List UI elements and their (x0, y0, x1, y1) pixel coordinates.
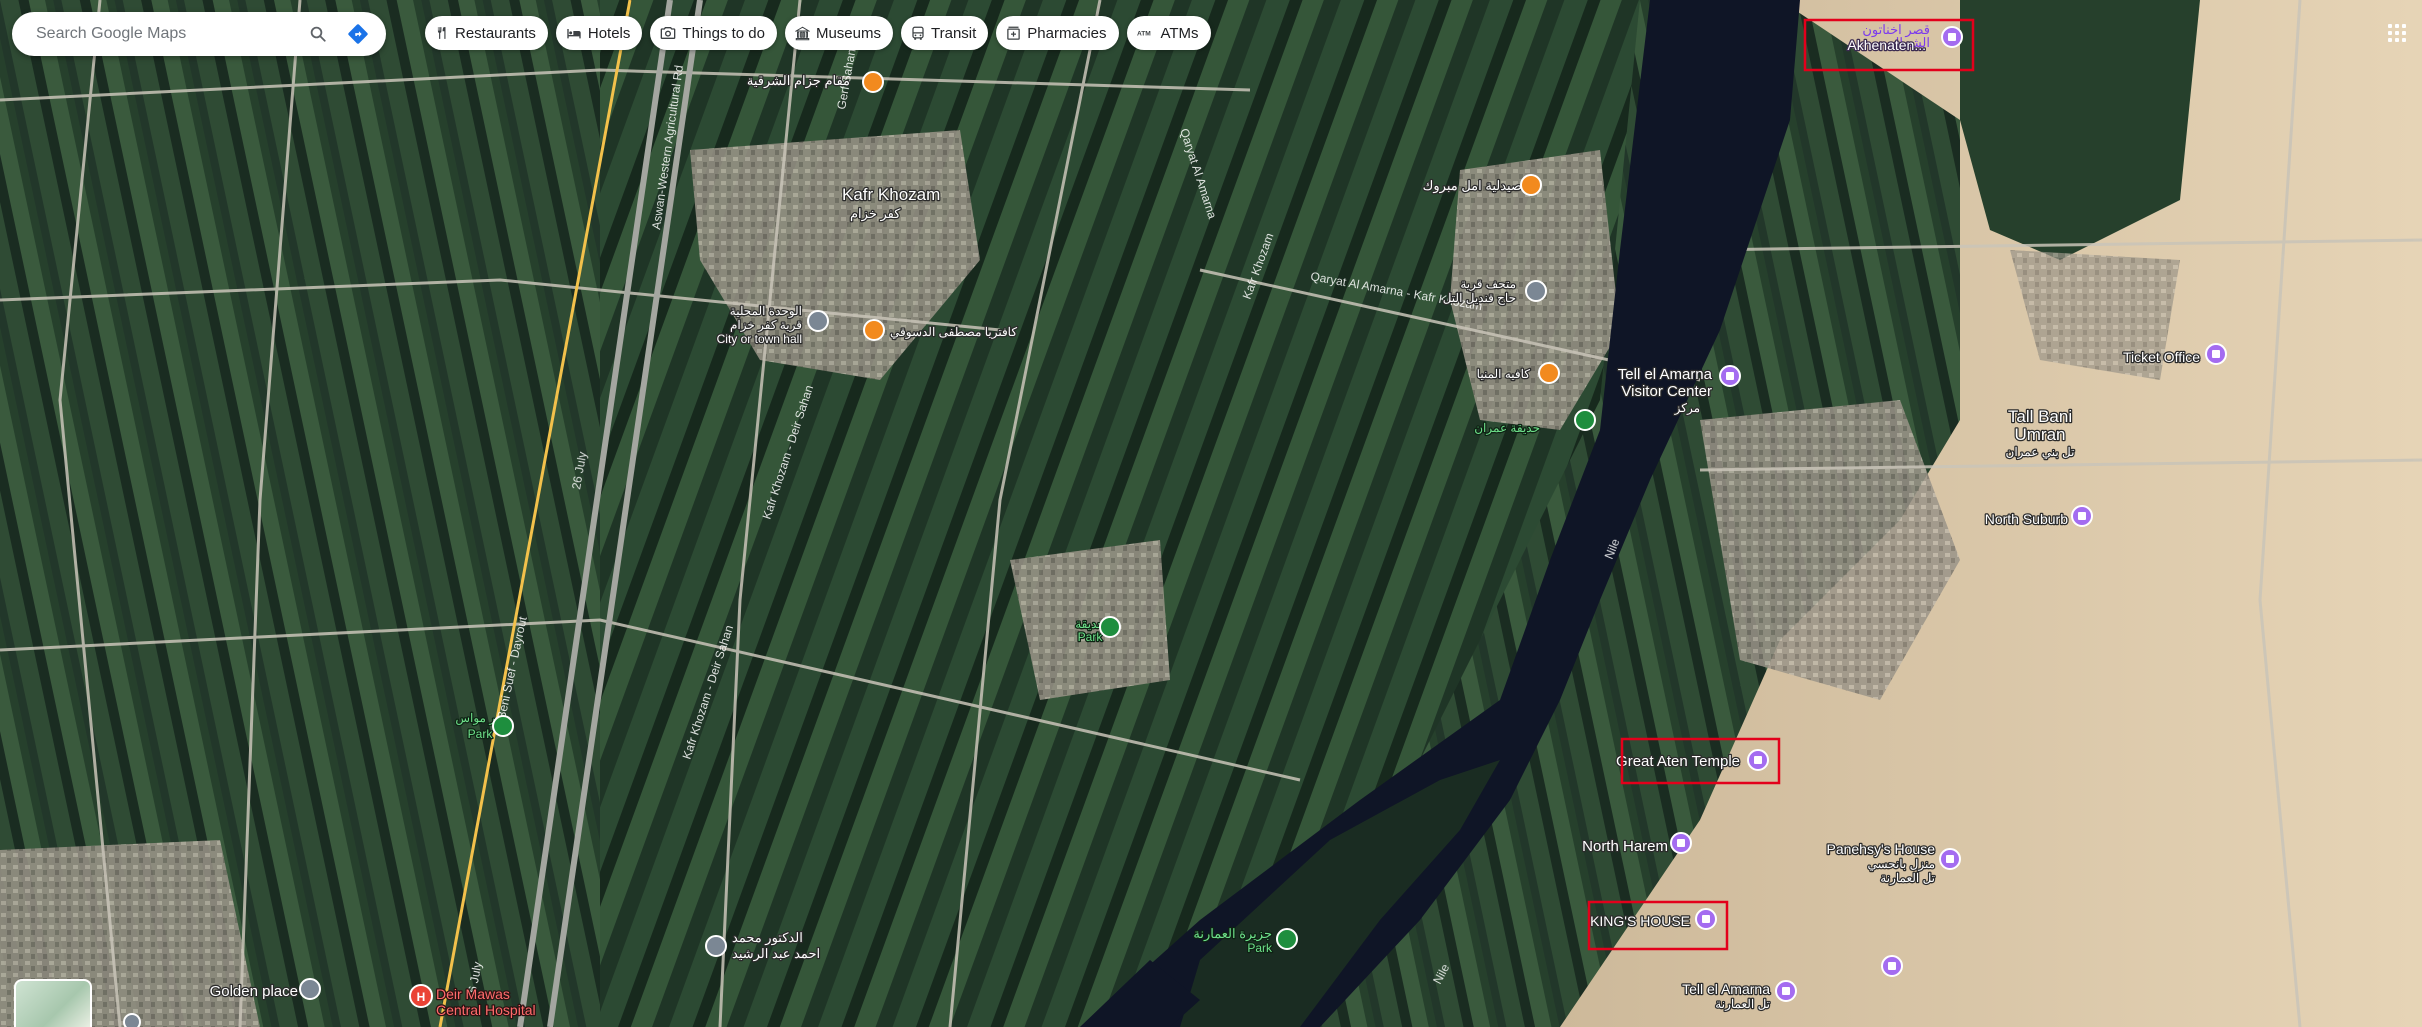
chip-museums[interactable]: Museums (784, 16, 893, 50)
chip-pharmacies[interactable]: Pharmacies (996, 16, 1119, 50)
label-doctor-ar1: الدكتور محمد (732, 930, 803, 946)
label-north-harem: North Harem (1582, 838, 1668, 855)
museum-icon (794, 26, 810, 40)
fork-knife-icon (437, 27, 446, 39)
label-hospital-1: Deir Mawas (436, 986, 510, 1002)
satellite-map[interactable]: Aswan-Western Agricultural Rd Qaryat Al … (0, 0, 2422, 1027)
label-panehsy: Panehsy's House (1826, 841, 1935, 857)
bus-icon (912, 26, 924, 40)
restaurant-pin-top[interactable] (862, 71, 884, 93)
label-visitor-center-1: Tell el Amarna (1618, 366, 1713, 383)
chip-label: Things to do (682, 24, 765, 42)
hospital-pin-letter: H (417, 990, 426, 1004)
label-tall-bani-2: Umran (2014, 425, 2065, 444)
park-pin-deir-mawas[interactable] (492, 715, 514, 737)
label-restaurant-ar: كافتريا مصطفى الدسوقي (890, 325, 1017, 339)
chip-hotels[interactable]: Hotels (555, 16, 643, 50)
label-akhenaten: Akhenaten... (1847, 37, 1926, 53)
park-pin-island[interactable] (1276, 928, 1298, 950)
label-kings-house: KING'S HOUSE (1590, 913, 1690, 929)
clinic-pin-doctor[interactable] (705, 935, 727, 957)
label-tall-bani-ar: تل بني عمران (2006, 445, 2075, 459)
label-island-ar: جزيرة العمارنة (1193, 926, 1272, 942)
search-input[interactable] (34, 24, 294, 44)
label-kafr-khozam: Kafr Khozam (842, 185, 940, 204)
label-panehsy-ar1: منزل بانحسي (1867, 857, 1935, 871)
label-island-park: Park (1247, 941, 1273, 955)
label-city-hall-ar2: قرية كفر خزام (730, 318, 802, 332)
bed-icon (567, 29, 581, 39)
label-city-hall-ar1: الوحدة المحلية (730, 304, 802, 318)
label-tell-el-amarna-ar: تل العمارنة (1715, 997, 1770, 1011)
city-hall-pin[interactable] (807, 310, 829, 332)
park-pin-center[interactable] (1574, 409, 1596, 431)
place-pin-bottom-left[interactable] (123, 1013, 141, 1027)
label-park-mid: Park (1078, 630, 1104, 644)
label-visitor-center-2: Visitor Center (1621, 383, 1712, 400)
label-golden-place: Golden place (210, 983, 298, 1000)
apps-grid-icon[interactable] (2388, 24, 2406, 42)
pharmacy-pin-mabrouk[interactable] (1520, 174, 1542, 196)
directions-icon[interactable] (342, 18, 374, 50)
chip-restaurants[interactable]: Restaurants (425, 16, 548, 50)
camera-icon (661, 27, 676, 39)
label-ar-top-center: مقام جزام الشرقية (747, 73, 850, 89)
label-cafe-ar: كافيه المنيا (1477, 367, 1531, 381)
place-pin-golden-place[interactable] (299, 978, 321, 1000)
label-tell-el-amarna: Tell el Amarna (1682, 981, 1770, 997)
chip-label: Pharmacies (1027, 24, 1107, 42)
category-chips: Restaurants Hotels Things to do Museums … (425, 16, 1211, 50)
chip-label: Transit (931, 24, 977, 42)
chip-label: ATMs (1160, 24, 1199, 42)
svg-text:ATM: ATM (1137, 30, 1151, 37)
label-north-suburb: North Suburb (1985, 511, 2068, 527)
label-panehsy-ar2: تل العمارنة (1880, 871, 1935, 885)
label-museum-ar1: متحف قرية (1460, 277, 1516, 291)
search-box[interactable] (12, 12, 386, 56)
layers-toggle-button[interactable] (14, 979, 92, 1027)
label-tall-bani-1: Tall Bani (2008, 407, 2072, 426)
chip-atms[interactable]: ATM ATMs (1126, 16, 1211, 50)
museum-pin-village[interactable] (1525, 280, 1547, 302)
label-great-aten: Great Aten Temple (1616, 753, 1740, 770)
label-doctor-ar2: احمد عبد الرشيد (732, 946, 820, 962)
label-visitor-center-ar: مركز (1674, 401, 1700, 415)
label-kafr-khozam-ar: كفر خزام (850, 206, 901, 222)
label-park-ar-center: حديقة عمران (1474, 421, 1540, 435)
chip-label: Museums (815, 24, 881, 42)
chip-things-to-do[interactable]: Things to do (650, 16, 777, 50)
label-museum-ar2: حاج قنديل التل (1443, 291, 1516, 305)
chip-label: Restaurants (455, 24, 536, 42)
chip-transit[interactable]: Transit (901, 16, 989, 50)
atm-icon: ATM (1137, 30, 1151, 37)
search-icon[interactable] (302, 18, 334, 50)
label-city-hall: City or town hall (717, 332, 802, 346)
park-pin-mid[interactable] (1099, 616, 1121, 638)
restaurant-pin-cafeteria[interactable] (863, 319, 885, 341)
label-hospital-2: Central Hospital (436, 1002, 536, 1018)
cafe-pin[interactable] (1538, 362, 1560, 384)
label-deir-mawas-park: Park (468, 727, 494, 741)
pharmacy-icon (1007, 26, 1021, 40)
chip-label: Hotels (587, 24, 631, 42)
label-mabrouk-ar: صيدلية امل مبروك (1423, 178, 1522, 194)
label-ticket-office: Ticket Office (2123, 349, 2200, 365)
